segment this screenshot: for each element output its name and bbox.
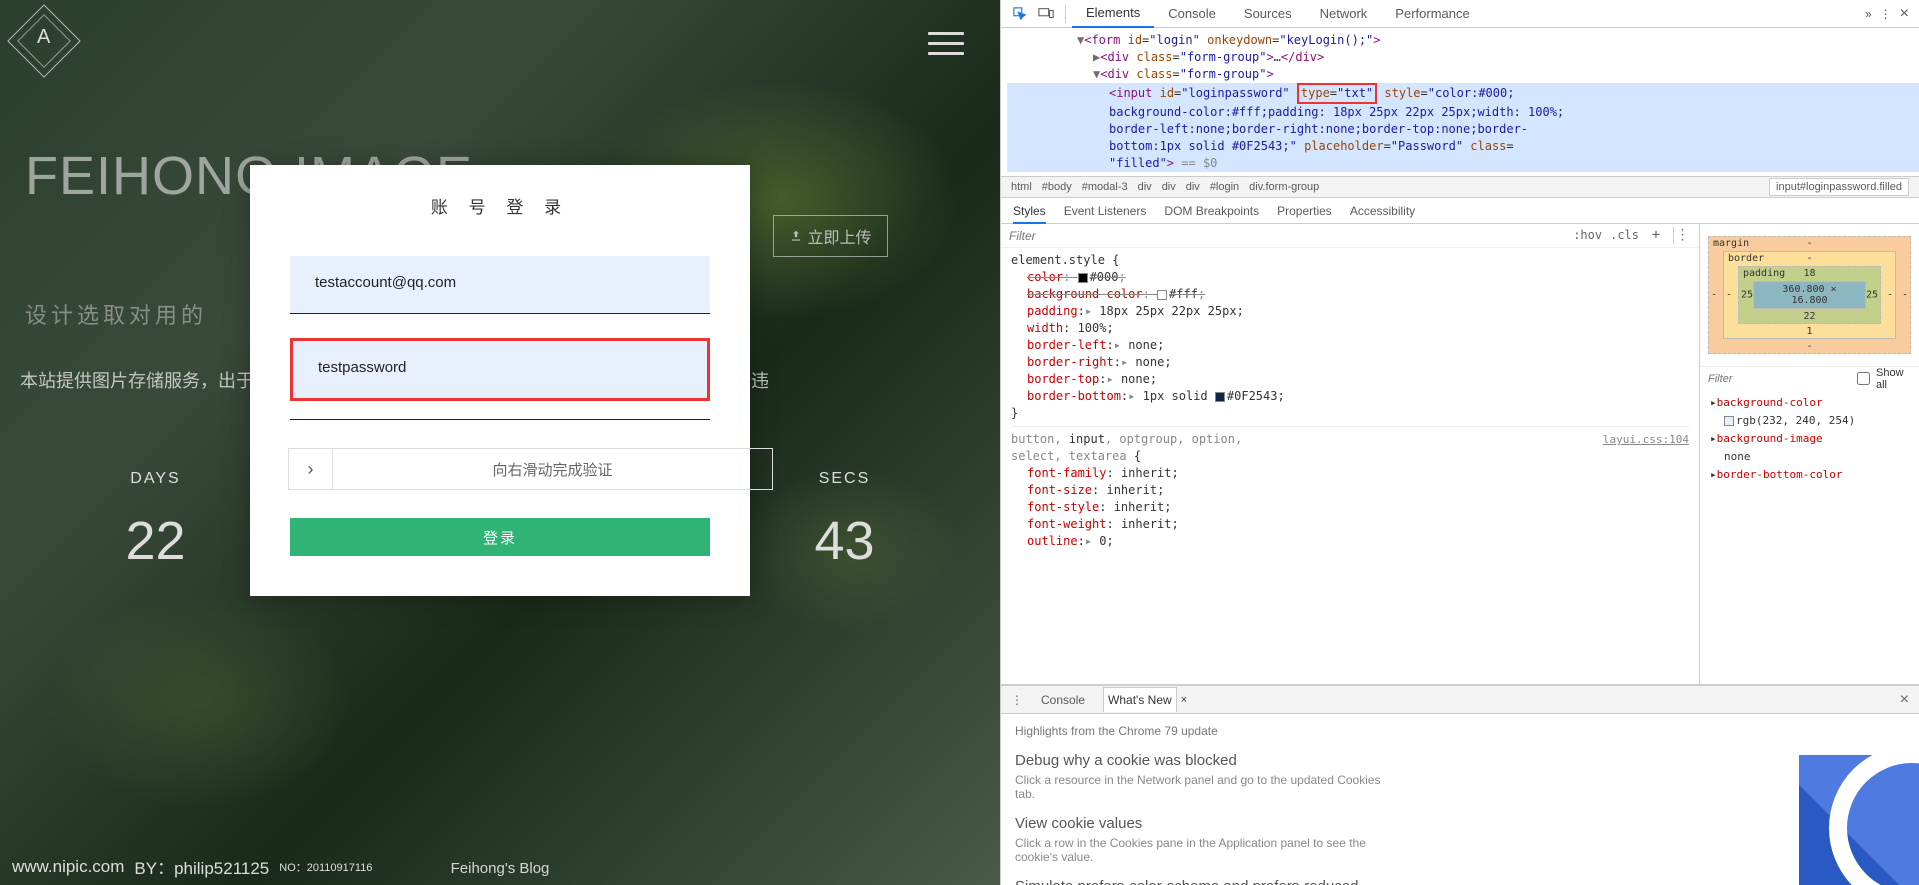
watermark-no: NO：20110917116 — [279, 859, 372, 875]
crumb-modal[interactable]: #modal-3 — [1082, 181, 1128, 193]
devtools-panel: Elements Console Sources Network Perform… — [1000, 0, 1919, 885]
rule-source-link[interactable]: layui.css:104 — [1603, 431, 1689, 448]
upload-button-label: 立即上传 — [807, 224, 871, 248]
tab-styles[interactable]: Styles — [1013, 204, 1046, 224]
slider-handle[interactable]: › — [289, 449, 333, 489]
drawer-menu-icon[interactable]: ⋮ — [1011, 693, 1023, 707]
show-all-label: Show all — [1876, 367, 1911, 391]
show-all-checkbox[interactable] — [1857, 372, 1870, 385]
new-rule-button[interactable]: + — [1647, 227, 1665, 244]
login-submit-button[interactable]: 登录 — [290, 518, 710, 556]
crumb-login[interactable]: #login — [1210, 181, 1239, 193]
tab-elements[interactable]: Elements — [1072, 0, 1154, 28]
password-underline — [290, 419, 710, 420]
email-input[interactable] — [290, 256, 710, 314]
drawer-tab-whatsnew[interactable]: What's New — [1103, 687, 1177, 712]
styles-rules-pane[interactable]: :hov .cls + ⋮ element.style { color: #00… — [1001, 224, 1699, 684]
tab-console[interactable]: Console — [1154, 0, 1230, 27]
device-toggle-icon[interactable] — [1033, 2, 1059, 26]
styles-filter-input[interactable] — [1009, 229, 1565, 243]
devtools-close-icon[interactable]: × — [1900, 5, 1909, 23]
dom-breadcrumb: html #body #modal-3 div div div #login d… — [1001, 176, 1919, 198]
login-modal: 账 号 登 录 › 向右滑动完成验证 登录 — [250, 165, 750, 596]
drawer-close-icon[interactable]: × — [1900, 691, 1909, 709]
counter-days: DAYS22 — [125, 470, 185, 572]
hov-toggle[interactable]: :hov — [1573, 227, 1602, 244]
crumb-html[interactable]: html — [1011, 181, 1032, 193]
crumb-div1[interactable]: div — [1138, 181, 1152, 193]
crumb-div3[interactable]: div — [1186, 181, 1200, 193]
slider-track-label: 向右滑动完成验证 — [333, 449, 772, 489]
tab-properties[interactable]: Properties — [1277, 204, 1332, 218]
watermark: www.nipic.com BY：philip521125 NO：2011091… — [12, 854, 372, 879]
watermark-site: www.nipic.com — [12, 857, 124, 877]
whatsnew-body[interactable]: Highlights from the Chrome 79 update Deb… — [1001, 714, 1919, 885]
inspect-icon[interactable] — [1007, 2, 1033, 26]
crumb-body[interactable]: #body — [1042, 181, 1072, 193]
cls-toggle[interactable]: .cls — [1610, 227, 1639, 244]
upload-button[interactable]: 立即上传 — [773, 215, 888, 257]
dom-tree[interactable]: ▼<form id="login" onkeydown="keyLogin();… — [1001, 28, 1919, 176]
crumb-formgroup[interactable]: div.form-group — [1249, 181, 1319, 193]
crumb-input[interactable]: input#loginpassword.filled — [1769, 178, 1909, 196]
wn-item-2-title[interactable]: Simulate prefers-color-scheme and prefer… — [1015, 878, 1905, 885]
box-model[interactable]: margin---- border--1- padding18252225 36… — [1700, 224, 1919, 366]
styles-more-icon[interactable]: ⋮ — [1673, 227, 1691, 244]
webpage-area: A FEIHONG IMAGE 设计选取对用的 本站提供图片存储服务，出于安 张… — [0, 0, 1000, 885]
wn-headline: Highlights from the Chrome 79 update — [1015, 724, 1905, 738]
devtools-menu-icon[interactable]: ⋮ — [1880, 7, 1892, 21]
dom-selected-node[interactable]: <input id="loginpassword" type="txt" sty… — [1007, 83, 1919, 172]
modal-title: 账 号 登 录 — [290, 193, 710, 218]
logo-letter: A — [37, 26, 50, 49]
tab-dom-breakpoints[interactable]: DOM Breakpoints — [1164, 204, 1259, 218]
counter-secs: SECS43 — [814, 470, 874, 572]
upload-icon — [789, 229, 803, 243]
computed-filter-input[interactable] — [1708, 373, 1851, 385]
wn-item-1-title[interactable]: View cookie values — [1015, 815, 1905, 832]
footer-blog-link[interactable]: Feihong's Blog — [451, 860, 550, 877]
console-drawer: ⋮ Console What's New × × Highlights from… — [1001, 685, 1919, 885]
password-highlight-box — [290, 338, 710, 401]
wn-item-0-desc: Click a resource in the Network panel an… — [1015, 773, 1395, 801]
styles-tabs: Styles Event Listeners DOM Breakpoints P… — [1001, 198, 1919, 224]
slider-verify: › 向右滑动完成验证 — [288, 448, 773, 490]
wn-item-0-title[interactable]: Debug why a cookie was blocked — [1015, 752, 1905, 769]
chevron-right-icon: › — [308, 459, 314, 480]
devtools-toolbar: Elements Console Sources Network Perform… — [1001, 0, 1919, 28]
crumb-div2[interactable]: div — [1162, 181, 1176, 193]
close-tab-icon[interactable]: × — [1181, 694, 1187, 706]
tab-event-listeners[interactable]: Event Listeners — [1064, 204, 1147, 218]
computed-pane: margin---- border--1- padding18252225 36… — [1699, 224, 1919, 684]
menu-icon[interactable] — [928, 32, 964, 62]
drawer-tab-console[interactable]: Console — [1037, 688, 1089, 712]
password-input[interactable] — [293, 341, 707, 398]
wn-item-1-desc: Click a row in the Cookies pane in the A… — [1015, 836, 1395, 864]
tab-performance[interactable]: Performance — [1381, 0, 1483, 27]
box-model-content: 360.800 × 16.800 — [1753, 281, 1866, 309]
page-subtitle: 设计选取对用的 — [25, 298, 207, 330]
tab-network[interactable]: Network — [1306, 0, 1382, 27]
tab-sources[interactable]: Sources — [1230, 0, 1306, 27]
whatsnew-art — [1799, 755, 1919, 885]
tab-accessibility[interactable]: Accessibility — [1350, 204, 1415, 218]
watermark-by: BY：philip521125 — [134, 854, 269, 879]
more-tabs-icon[interactable]: » — [1865, 7, 1872, 21]
